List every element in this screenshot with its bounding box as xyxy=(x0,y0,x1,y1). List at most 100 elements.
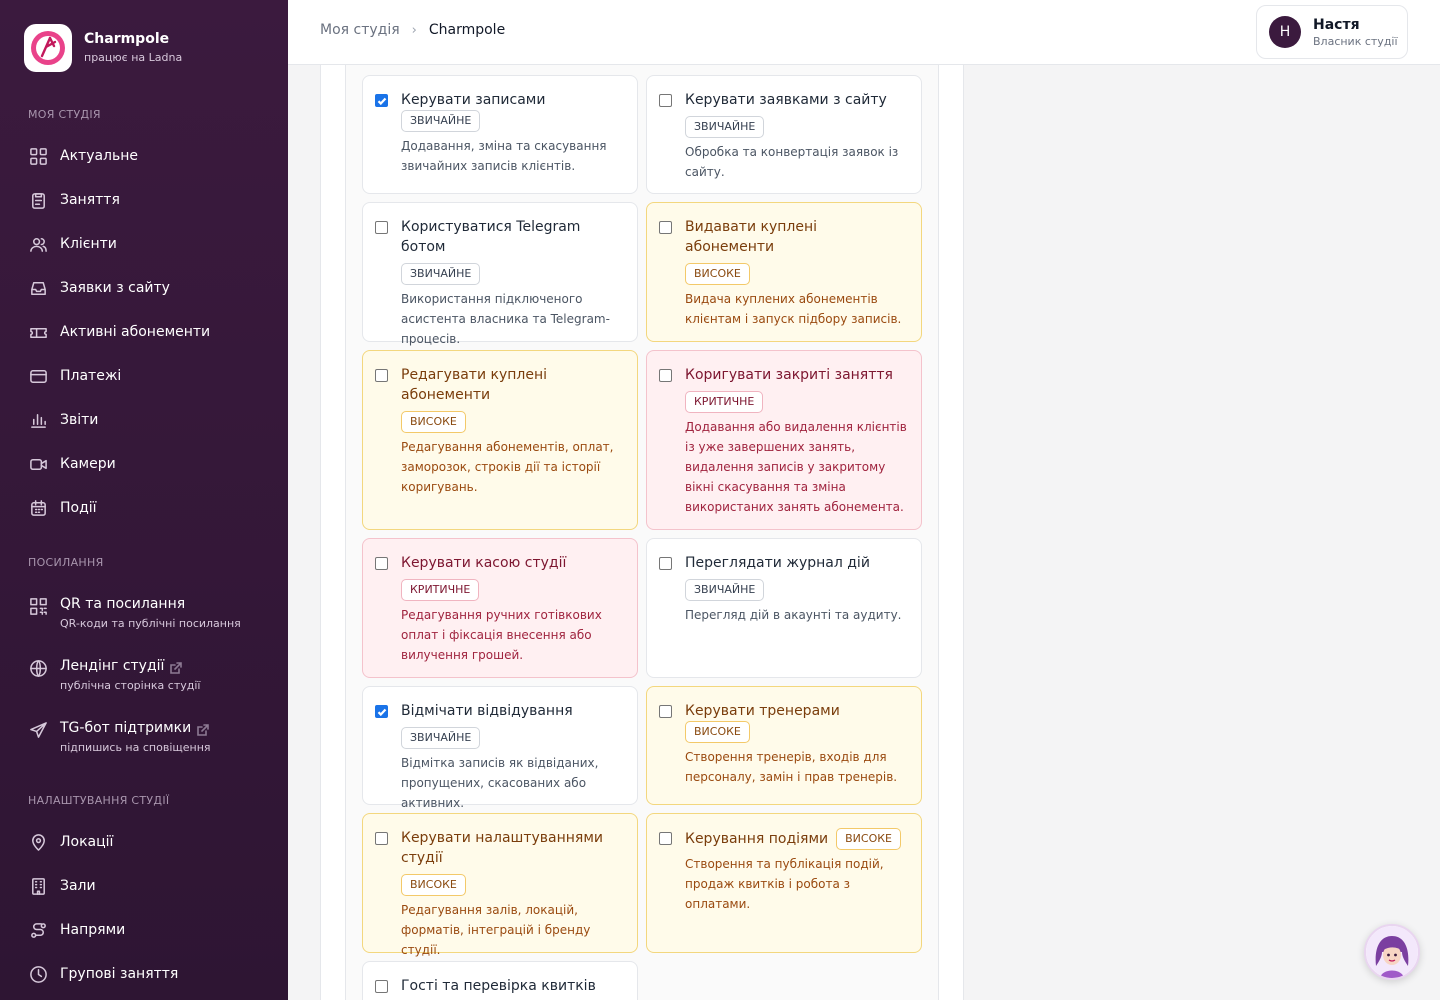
video-icon xyxy=(28,454,48,474)
permission-card-studio-settings[interactable]: Керувати налаштуваннями студії ВИСОКЕ Ре… xyxy=(362,813,638,957)
link-subtitle: публічна сторінка студії xyxy=(60,679,201,692)
priority-badge: ЗВИЧАЙНЕ xyxy=(685,579,765,601)
permission-checkbox[interactable] xyxy=(375,832,388,845)
permission-description: Додавання, зміна та скасування звичайних… xyxy=(401,139,607,173)
permission-card-manage-events[interactable]: Керування подіями ВИСОКЕ Створення та пу… xyxy=(646,813,922,953)
user-name: Настя xyxy=(1313,16,1360,33)
sidebar-item-label: Зали xyxy=(60,878,96,894)
permission-card-manage-trainers[interactable]: Керувати тренерами ВИСОКЕ Створення трен… xyxy=(646,686,922,805)
permission-title: Переглядати журнал дій xyxy=(685,555,870,571)
avatar: Н xyxy=(1269,16,1301,48)
inbox-icon xyxy=(28,278,48,298)
sidebar-item-label: Групові заняття xyxy=(60,966,179,982)
link-title: Лендінг студії xyxy=(60,658,165,674)
permission-checkbox[interactable] xyxy=(659,369,672,382)
sidebar-item-reports[interactable]: Звіти xyxy=(28,410,98,430)
permission-card-manage-bookings[interactable]: Керувати записами ЗВИЧАЙНЕ Додавання, зм… xyxy=(362,75,638,194)
sidebar-item-label: Камери xyxy=(60,456,116,472)
sidebar-item-clients[interactable]: Клієнти xyxy=(28,234,117,254)
permission-card-issue-subscriptions[interactable]: Видавати куплені абонементи ВИСОКЕ Видач… xyxy=(646,202,922,342)
sidebar-item-label: Актуальне xyxy=(60,148,139,164)
permission-title: Відмічати відвідування xyxy=(401,703,573,719)
sidebar-item-label: Звіти xyxy=(60,412,99,428)
permission-checkbox[interactable] xyxy=(375,557,388,570)
priority-badge: ВИСОКЕ xyxy=(685,263,750,285)
sidebar-link-qr[interactable]: QR та посилання QR-коди та публічні поси… xyxy=(28,594,241,632)
permission-card-guests-tickets[interactable]: Гості та перевірка квитків xyxy=(362,961,638,1000)
breadcrumb-root[interactable]: Моя студія xyxy=(320,22,400,38)
priority-badge: ЗВИЧАЙНЕ xyxy=(401,110,481,132)
chevron-right-icon: › xyxy=(411,22,417,38)
priority-badge: КРИТИЧНЕ xyxy=(685,391,764,413)
priority-badge: ВИСОКЕ xyxy=(685,721,750,743)
permission-description: Перегляд дій в акаунті та аудиту. xyxy=(685,608,902,622)
brand[interactable]: Charmpole працює на Ladna xyxy=(24,24,182,72)
building-icon xyxy=(28,876,48,896)
brand-logo-icon xyxy=(24,24,72,72)
priority-badge: ВИСОКЕ xyxy=(401,874,466,896)
permission-description: Обробка та конвертація заявок із сайту. xyxy=(685,145,899,179)
sidebar-item-label: Платежі xyxy=(60,368,122,384)
link-title: TG-бот підтримки xyxy=(60,720,192,736)
permission-title: Редагувати куплені абонементи xyxy=(401,367,547,403)
permission-card-audit-log[interactable]: Переглядати журнал дій ЗВИЧАЙНЕ Перегляд… xyxy=(646,538,922,678)
permission-card-adjust-closed-classes[interactable]: Коригувати закриті заняття КРИТИЧНЕ Дода… xyxy=(646,350,922,530)
permission-checkbox[interactable] xyxy=(375,705,388,718)
permission-checkbox[interactable] xyxy=(659,221,672,234)
permission-description: Редагування ручних готівкових оплат і фі… xyxy=(401,608,602,662)
permission-checkbox[interactable] xyxy=(659,94,672,107)
permission-title: Керувати налаштуваннями студії xyxy=(401,830,603,866)
sidebar: Charmpole працює на Ladna Моя студія Акт… xyxy=(0,0,288,1000)
sidebar-item-site-requests[interactable]: Заявки з сайту xyxy=(28,278,170,298)
section-title-links: Посилання xyxy=(28,556,104,569)
link-title: QR та посилання xyxy=(60,596,186,612)
permission-title: Керувати заявками з сайту xyxy=(685,92,887,108)
permission-card-telegram-bot[interactable]: Користуватися Telegram ботом ЗВИЧАЙНЕ Ви… xyxy=(362,202,638,346)
external-link-icon xyxy=(197,722,210,736)
permission-card-edit-subscriptions[interactable]: Редагувати куплені абонементи ВИСОКЕ Ред… xyxy=(362,350,638,530)
sidebar-item-cameras[interactable]: Камери xyxy=(28,454,116,474)
brand-subtitle: працює на Ladna xyxy=(84,51,183,64)
permission-checkbox[interactable] xyxy=(375,94,388,107)
sidebar-item-payments[interactable]: Платежі xyxy=(28,366,121,386)
clock-icon xyxy=(28,964,48,984)
permission-card-mark-attendance[interactable]: Відмічати відвідування ЗВИЧАЙНЕ Відмітка… xyxy=(362,686,638,810)
send-icon xyxy=(28,720,48,740)
sidebar-item-label: Активні абонементи xyxy=(60,324,211,340)
permission-checkbox[interactable] xyxy=(659,705,672,718)
permission-checkbox[interactable] xyxy=(659,557,672,570)
permission-description: Відмітка записів як відвіданих, пропущен… xyxy=(401,756,599,810)
sidebar-item-label: Заявки з сайту xyxy=(60,280,170,296)
section-title-settings: Налаштування студії xyxy=(28,794,170,807)
route-icon xyxy=(28,920,48,940)
user-menu[interactable]: Н Настя Власник студії xyxy=(1256,5,1408,59)
permission-checkbox[interactable] xyxy=(375,369,388,382)
permission-description: Додавання або видалення клієнтів із уже … xyxy=(685,420,907,514)
assistant-chat-button[interactable] xyxy=(1364,924,1420,980)
permission-card-cash-desk[interactable]: Керувати касою студії КРИТИЧНЕ Редагуван… xyxy=(362,538,638,678)
priority-badge: КРИТИЧНЕ xyxy=(401,579,480,601)
permission-checkbox[interactable] xyxy=(659,832,672,845)
assistant-avatar-icon xyxy=(1366,926,1418,978)
clipboard-icon xyxy=(28,190,48,210)
permission-checkbox[interactable] xyxy=(375,980,388,993)
priority-badge: ВИСОКЕ xyxy=(401,411,466,433)
sidebar-link-tg-bot[interactable]: TG-бот підтримки підпишись на сповіщення xyxy=(28,718,211,756)
grid-icon xyxy=(28,146,48,166)
sidebar-item-halls[interactable]: Зали xyxy=(28,876,96,896)
sidebar-item-actual[interactable]: Актуальне xyxy=(28,146,138,166)
breadcrumb: Моя студія › Charmpole xyxy=(320,22,505,38)
sidebar-item-group-classes[interactable]: Групові заняття xyxy=(28,964,178,984)
sidebar-item-classes[interactable]: Заняття xyxy=(28,190,120,210)
permission-card-site-requests[interactable]: Керувати заявками з сайту ЗВИЧАЙНЕ Оброб… xyxy=(646,75,922,194)
permission-checkbox[interactable] xyxy=(375,221,388,234)
sidebar-item-label: Події xyxy=(60,500,97,516)
sidebar-item-locations[interactable]: Локації xyxy=(28,832,113,852)
permission-title: Гості та перевірка квитків xyxy=(401,978,596,994)
globe-icon xyxy=(28,658,48,678)
topbar: Моя студія › Charmpole Н Настя Власник с… xyxy=(288,0,1440,65)
sidebar-item-active-subscriptions[interactable]: Активні абонементи xyxy=(28,322,210,342)
sidebar-link-landing[interactable]: Лендінг студії публічна сторінка студії xyxy=(28,656,200,694)
sidebar-item-events[interactable]: Події xyxy=(28,498,97,518)
sidebar-item-directions[interactable]: Напрями xyxy=(28,920,125,940)
